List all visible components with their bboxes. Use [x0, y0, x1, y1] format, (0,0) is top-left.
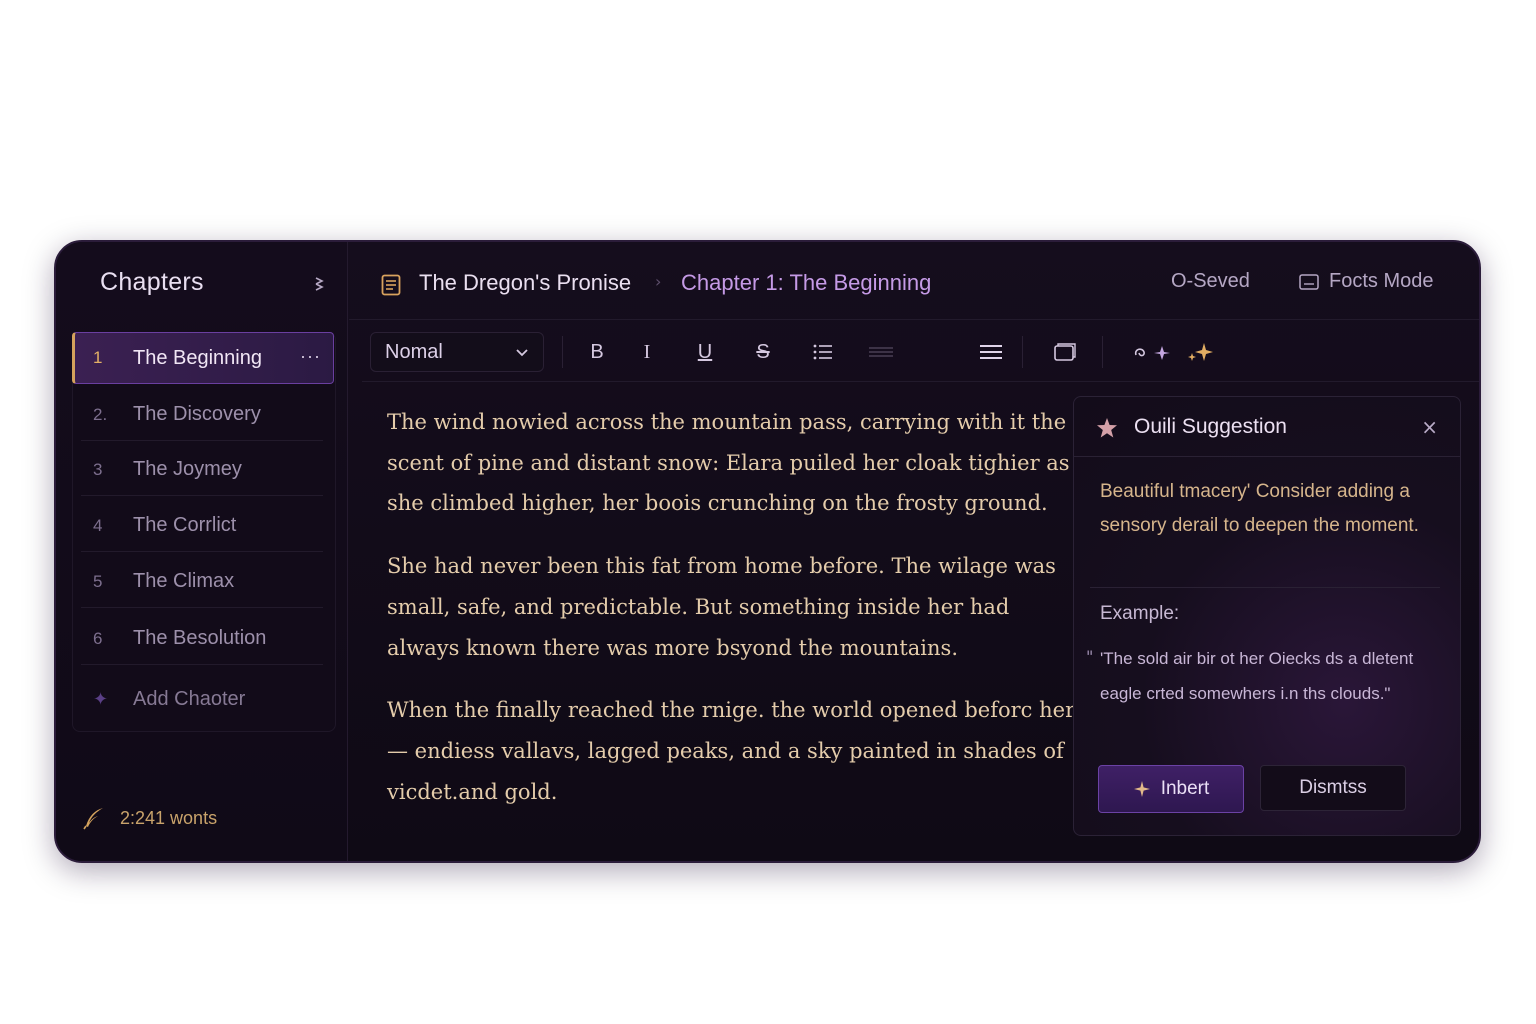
insert-label: Inbert — [1160, 778, 1210, 799]
chapter-number: 4 — [93, 515, 103, 535]
word-count-text: 2:241 wonts — [120, 807, 218, 828]
chapters-sidebar: Chapters 1 The Beginning ··· 2. The Disc… — [56, 242, 348, 861]
chapter-label: The Besolution — [133, 627, 267, 649]
horizontal-rule-icon — [869, 347, 893, 357]
star-icon — [1097, 418, 1117, 438]
chapter-number: 1 — [93, 348, 103, 367]
chapter-item-2[interactable]: 2. The Discovery — [81, 389, 323, 441]
book-title[interactable]: The Dregon's Pronise — [419, 270, 631, 296]
quill-icon — [83, 808, 103, 830]
align-justify-icon — [980, 345, 1002, 359]
chapter-number: 3 — [93, 459, 103, 479]
more-options-icon[interactable]: ··· — [300, 346, 321, 367]
suggestion-header: Ouili Suggestion × — [1074, 397, 1460, 457]
sparkle-plus-icon: ✦ — [93, 688, 109, 709]
ai-rewrite-icon — [1134, 346, 1170, 360]
chapter-item-1[interactable]: 1 The Beginning ··· — [72, 332, 334, 384]
chapter-label: The Climax — [133, 570, 235, 592]
add-chapter-button[interactable]: ✦ Add Chaoter — [81, 673, 323, 725]
chapter-number: 5 — [93, 571, 103, 591]
breadcrumb-chapter-title[interactable]: Chapter 1: The Beginning — [681, 270, 931, 296]
toolbar-divider — [1022, 336, 1023, 368]
close-icon[interactable]: × — [1421, 415, 1438, 439]
chapter-label: The Discovery — [133, 403, 261, 425]
underline-button[interactable]: U — [688, 334, 722, 370]
example-text: 'The sold air bir ot her Oiecks ds a dle… — [1100, 649, 1414, 703]
focus-mode-icon — [1299, 273, 1319, 290]
dismiss-button[interactable]: Dismtss — [1260, 765, 1406, 811]
insert-button[interactable]: Inbert — [1098, 765, 1244, 813]
suggestion-divider — [1090, 587, 1440, 588]
suggestion-body: Beautiful tmacery' Consider adding a sen… — [1100, 481, 1419, 536]
chapter-item-3[interactable]: 3 The Joymey — [81, 444, 323, 496]
quote-mark: " — [1086, 647, 1094, 666]
manuscript-editor[interactable]: The wind nowied across the mountain pass… — [387, 402, 1077, 861]
insert-frame-button[interactable] — [1048, 334, 1082, 370]
italic-button[interactable]: I — [630, 334, 664, 370]
ai-rewrite-button[interactable] — [1130, 334, 1174, 370]
ai-sparkle-button[interactable] — [1184, 334, 1218, 370]
bullet-list-icon — [813, 344, 832, 360]
document-icon — [381, 274, 401, 296]
word-count: 2:241 wonts — [82, 806, 217, 830]
sparkle-icon — [1188, 343, 1213, 361]
chapter-item-6[interactable]: 6 The Besolution — [81, 613, 323, 665]
writing-app-window: Chapters 1 The Beginning ··· 2. The Disc… — [54, 240, 1481, 863]
text-style-value: Nomal — [385, 340, 443, 363]
editor-paragraph[interactable]: When the finally reached the rnige. the … — [387, 690, 1077, 812]
ai-suggestion-panel: Ouili Suggestion × Beautiful tmacery' Co… — [1073, 396, 1461, 836]
frame-icon — [1054, 343, 1076, 361]
text-style-select[interactable]: Nomal — [370, 332, 544, 372]
toolbar-divider — [1102, 336, 1103, 368]
chapter-list: 1 The Beginning ··· 2. The Discovery 3 T… — [72, 332, 336, 732]
editor-header: The Dregon's Pronise › Chapter 1: The Be… — [349, 242, 1479, 320]
bullet-list-button[interactable] — [806, 334, 840, 370]
formatting-toolbar: Nomal B I U S — [362, 320, 1479, 382]
focus-mode-button[interactable]: Focts Mode — [1299, 270, 1433, 293]
chevron-down-icon — [515, 341, 529, 364]
chapter-label: The Corrlict — [133, 514, 237, 536]
editor-paragraph[interactable]: She had never been this fat from home be… — [387, 546, 1077, 668]
sparkle-icon — [1133, 781, 1150, 797]
suggestion-title: Ouili Suggestion — [1134, 415, 1287, 438]
bold-button[interactable]: B — [580, 334, 614, 370]
chapter-item-5[interactable]: 5 The Climax — [81, 556, 323, 608]
chapter-number: 2. — [93, 404, 108, 424]
sidebar-title: Chapters — [100, 268, 204, 296]
breadcrumb-separator-icon: › — [655, 272, 662, 291]
example-label: Example: — [1100, 603, 1180, 624]
add-chapter-label: Add Chaoter — [133, 687, 246, 710]
editor-paragraph[interactable]: The wind nowied across the mountain pass… — [387, 402, 1077, 524]
chapter-label: The Joymey — [133, 458, 242, 480]
strikethrough-button[interactable]: S — [746, 334, 780, 370]
align-button[interactable] — [974, 334, 1008, 370]
save-status: O-Seved — [1171, 270, 1250, 292]
chapter-number: 6 — [93, 628, 103, 648]
toolbar-divider — [562, 336, 563, 368]
collapse-icon[interactable] — [312, 276, 326, 292]
horizontal-rule-button[interactable] — [864, 334, 898, 370]
chapter-item-4[interactable]: 4 The Corrlict — [81, 500, 323, 552]
chapter-label: The Beginning — [133, 346, 262, 369]
focus-mode-label: Focts Mode — [1329, 270, 1434, 292]
